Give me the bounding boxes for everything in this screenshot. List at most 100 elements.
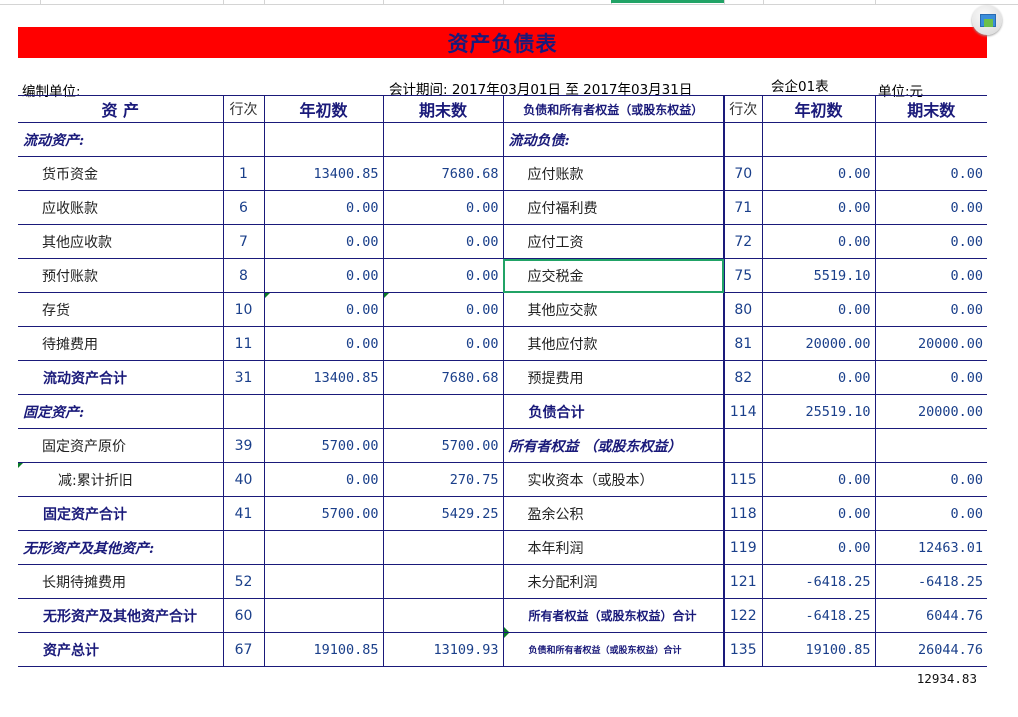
cell-l-no[interactable]: 11 (223, 326, 265, 361)
cell-r-end[interactable]: 0.00 (875, 156, 987, 191)
cell-l-begin[interactable]: 19100.85 (264, 632, 384, 667)
cell-l-end[interactable]: 0.00 (383, 190, 504, 225)
cell-r-name[interactable]: 所有者权益 （或股东权益） (503, 428, 725, 463)
cell-r-begin[interactable]: -6418.25 (762, 564, 876, 599)
cell-l-end[interactable]: 0.00 (383, 224, 504, 259)
cell-r-end[interactable] (875, 122, 987, 157)
cell-l-begin[interactable] (264, 530, 384, 565)
cell-l-name[interactable]: 资产总计 (18, 632, 224, 667)
cell-l-end[interactable]: 5700.00 (383, 428, 504, 463)
cell-l-begin[interactable] (264, 598, 384, 633)
app-icon[interactable] (972, 5, 1002, 35)
cell-l-begin[interactable]: 13400.85 (264, 156, 384, 191)
cell-l-no[interactable] (223, 530, 265, 565)
cell-l-begin[interactable]: 5700.00 (264, 428, 384, 463)
cell-l-begin[interactable]: 5700.00 (264, 496, 384, 531)
cell-r-begin[interactable]: 0.00 (762, 156, 876, 191)
cell-r-begin[interactable]: 0.00 (762, 462, 876, 497)
cell-r-begin[interactable]: 0.00 (762, 530, 876, 565)
cell-l-end[interactable]: 0.00 (383, 326, 504, 361)
cell-r-end[interactable]: 0.00 (875, 462, 987, 497)
cell-r-begin[interactable] (762, 122, 876, 157)
cell-r-no[interactable] (724, 428, 763, 463)
cell-r-end[interactable]: 0.00 (875, 224, 987, 259)
cell-l-no[interactable]: 52 (223, 564, 265, 599)
cell-l-no[interactable]: 40 (223, 462, 265, 497)
cell-r-begin[interactable] (762, 428, 876, 463)
cell-r-begin[interactable]: 0.00 (762, 224, 876, 259)
header-assets[interactable]: 资 产 (18, 95, 224, 123)
cell-l-name[interactable]: 无形资产及其他资产: (18, 530, 224, 565)
cell-l-name[interactable]: 长期待摊费用 (18, 564, 224, 599)
cell-l-name[interactable]: 货币资金 (18, 156, 224, 191)
cell-l-name[interactable]: 应收账款 (18, 190, 224, 225)
cell-l-end[interactable]: 0.00 (383, 258, 504, 293)
cell-r-name[interactable]: 预提费用 (503, 360, 725, 395)
cell-l-name[interactable]: 固定资产: (18, 394, 224, 429)
cell-r-name[interactable]: 其他应付款 (503, 326, 725, 361)
cell-l-no[interactable] (223, 394, 265, 429)
cell-r-no[interactable]: 80 (724, 292, 763, 327)
cell-l-name[interactable]: 流动资产合计 (18, 360, 224, 395)
cell-l-name[interactable]: 流动资产: (18, 122, 224, 157)
cell-r-end[interactable]: 0.00 (875, 360, 987, 395)
cell-l-no[interactable]: 39 (223, 428, 265, 463)
cell-r-begin[interactable]: 25519.10 (762, 394, 876, 429)
cell-r-name[interactable]: 负债和所有者权益（或股东权益）合计 (503, 632, 725, 667)
cell-l-end[interactable] (383, 394, 504, 429)
header-row-no-right[interactable]: 行次 (724, 95, 763, 123)
cell-r-begin[interactable]: 20000.00 (762, 326, 876, 361)
check-total[interactable]: 12934.83 (900, 671, 977, 686)
cell-r-no[interactable] (724, 122, 763, 157)
cell-r-no[interactable]: 115 (724, 462, 763, 497)
cell-l-no[interactable]: 60 (223, 598, 265, 633)
cell-l-begin[interactable]: 0.00 (264, 462, 384, 497)
cell-l-end[interactable] (383, 122, 504, 157)
cell-l-end[interactable]: 7680.68 (383, 360, 504, 395)
cell-r-no[interactable]: 119 (724, 530, 763, 565)
cell-l-begin[interactable]: 0.00 (264, 258, 384, 293)
cell-r-end[interactable]: 0.00 (875, 496, 987, 531)
cell-l-name[interactable]: 无形资产及其他资产合计 (18, 598, 224, 633)
cell-l-begin[interactable]: 0.00 (264, 326, 384, 361)
cell-l-end[interactable] (383, 598, 504, 633)
cell-l-begin[interactable]: 0.00 (264, 224, 384, 259)
cell-r-name[interactable]: 应交税金 (503, 258, 725, 293)
header-end-right[interactable]: 期末数 (875, 95, 987, 123)
header-row-no[interactable]: 行次 (223, 95, 265, 123)
cell-l-name[interactable]: 固定资产合计 (18, 496, 224, 531)
cell-r-name[interactable]: 负债合计 (503, 394, 725, 429)
cell-r-end[interactable]: 0.00 (875, 258, 987, 293)
cell-r-begin[interactable]: -6418.25 (762, 598, 876, 633)
cell-r-name[interactable]: 应付工资 (503, 224, 725, 259)
cell-l-begin[interactable] (264, 122, 384, 157)
cell-r-name[interactable]: 本年利润 (503, 530, 725, 565)
cell-r-begin[interactable]: 0.00 (762, 496, 876, 531)
header-begin[interactable]: 年初数 (264, 95, 384, 123)
cell-l-no[interactable]: 67 (223, 632, 265, 667)
cell-r-name[interactable]: 所有者权益（或股东权益）合计 (503, 598, 725, 633)
cell-r-end[interactable]: 20000.00 (875, 326, 987, 361)
cell-r-name[interactable]: 盈余公积 (503, 496, 725, 531)
cell-l-end[interactable]: 13109.93 (383, 632, 504, 667)
cell-r-begin[interactable]: 5519.10 (762, 258, 876, 293)
header-liabilities[interactable]: 负债和所有者权益（或股东权益） (503, 95, 725, 123)
cell-l-end[interactable] (383, 564, 504, 599)
cell-r-end[interactable]: 0.00 (875, 292, 987, 327)
cell-r-end[interactable]: 26044.76 (875, 632, 987, 667)
cell-l-end[interactable]: 0.00 (383, 292, 504, 327)
cell-l-no[interactable] (223, 122, 265, 157)
cell-l-begin[interactable]: 0.00 (264, 190, 384, 225)
title-band[interactable]: 资产负债表 (18, 27, 987, 58)
cell-r-name[interactable]: 未分配利润 (503, 564, 725, 599)
cell-l-no[interactable]: 8 (223, 258, 265, 293)
cell-r-no[interactable]: 75 (724, 258, 763, 293)
cell-l-no[interactable]: 6 (223, 190, 265, 225)
cell-r-name[interactable]: 应付账款 (503, 156, 725, 191)
cell-r-begin[interactable]: 0.00 (762, 360, 876, 395)
header-end[interactable]: 期末数 (383, 95, 504, 123)
cell-r-begin[interactable]: 19100.85 (762, 632, 876, 667)
cell-r-name[interactable]: 其他应交款 (503, 292, 725, 327)
cell-l-begin[interactable]: 0.00 (264, 292, 384, 327)
cell-l-name[interactable]: 待摊费用 (18, 326, 224, 361)
